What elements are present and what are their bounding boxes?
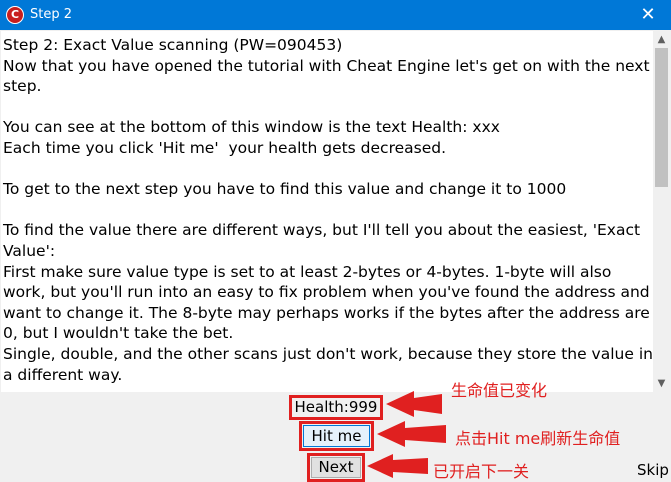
annotation-next-enabled: 已开启下一关 [433,462,530,481]
annotation-arrows [367,391,446,478]
annotation-health-changed: 生命值已变化 [451,381,548,400]
arrow-icon [377,421,446,447]
arrow-icon [367,454,428,478]
arrow-icon [386,391,442,417]
annotation-click-hit-me: 点击Hit me刷新生命值 [455,429,621,448]
